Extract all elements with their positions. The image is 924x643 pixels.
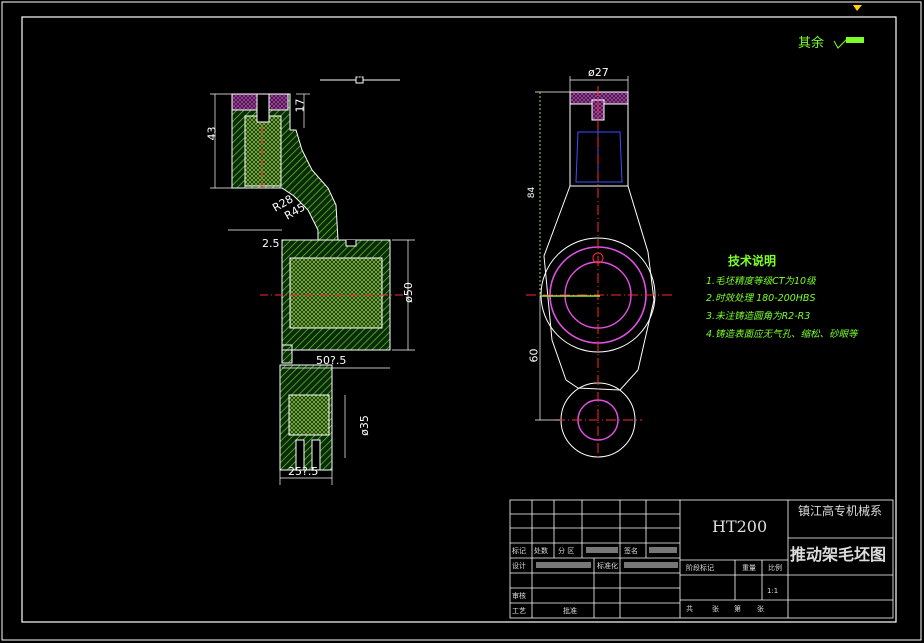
corner-mark bbox=[853, 5, 862, 11]
tech-notes-title: 技术说明 bbox=[728, 254, 777, 268]
tb-total: 共 bbox=[686, 605, 693, 613]
tb-ratio: 比例 bbox=[768, 564, 782, 572]
school-label: 镇江高专机械系 bbox=[798, 504, 883, 518]
tb-zone: 分 区 bbox=[558, 547, 575, 555]
dim-h43: 43 bbox=[205, 126, 219, 141]
tb-sheet-unit: 张 bbox=[712, 605, 719, 613]
dim-d50: ø50 bbox=[401, 282, 415, 303]
tech-note-item: 1.毛坯精度等级CT为10级 bbox=[706, 276, 816, 287]
tb-process: 工艺 bbox=[512, 607, 526, 615]
tb-review: 审核 bbox=[512, 592, 526, 600]
tb-mark: 标记 bbox=[512, 547, 526, 555]
dim-h17: 17 bbox=[293, 98, 307, 113]
dim-w25: 25?.5 bbox=[288, 465, 319, 478]
roughness-label: 其余 bbox=[798, 36, 825, 51]
tb-design: 设计 bbox=[512, 562, 526, 570]
section-view bbox=[210, 76, 415, 485]
tb-weight: 重量 bbox=[742, 564, 756, 572]
tb-approve: 批准 bbox=[563, 607, 577, 615]
tb-page: 第 bbox=[734, 605, 741, 613]
dim-h60: 60 bbox=[527, 348, 541, 363]
tech-note-item: 4.铸造表面应无气孔、缩松、砂眼等 bbox=[706, 329, 858, 340]
dim-h84: 84 bbox=[527, 186, 538, 199]
tb-sign: 签名 bbox=[624, 547, 638, 555]
material-label: HT200 bbox=[712, 517, 768, 536]
tb-stage-mark: 阶段标记 bbox=[686, 564, 714, 572]
dim-d27: ø27 bbox=[588, 66, 609, 79]
scale-value: 1:1 bbox=[767, 587, 779, 595]
roughness-symbol bbox=[833, 37, 864, 49]
section-mark: B bbox=[357, 74, 363, 83]
tech-note-item: 3.未注铸造圆角为R2-R3 bbox=[706, 311, 811, 322]
drawing-name: 推动架毛坯图 bbox=[790, 545, 887, 564]
dim-w25-left: 2.5 bbox=[262, 237, 280, 250]
dim-w50: 50?.5 bbox=[316, 354, 347, 367]
dim-d35: ø35 bbox=[357, 415, 371, 436]
tb-page-unit: 张 bbox=[757, 605, 764, 613]
tb-count: 处数 bbox=[534, 547, 548, 555]
tb-standard: 标准化 bbox=[597, 562, 618, 570]
front-view bbox=[526, 76, 672, 460]
tech-note-item: 2.时效处理 180-200HBS bbox=[706, 293, 816, 304]
